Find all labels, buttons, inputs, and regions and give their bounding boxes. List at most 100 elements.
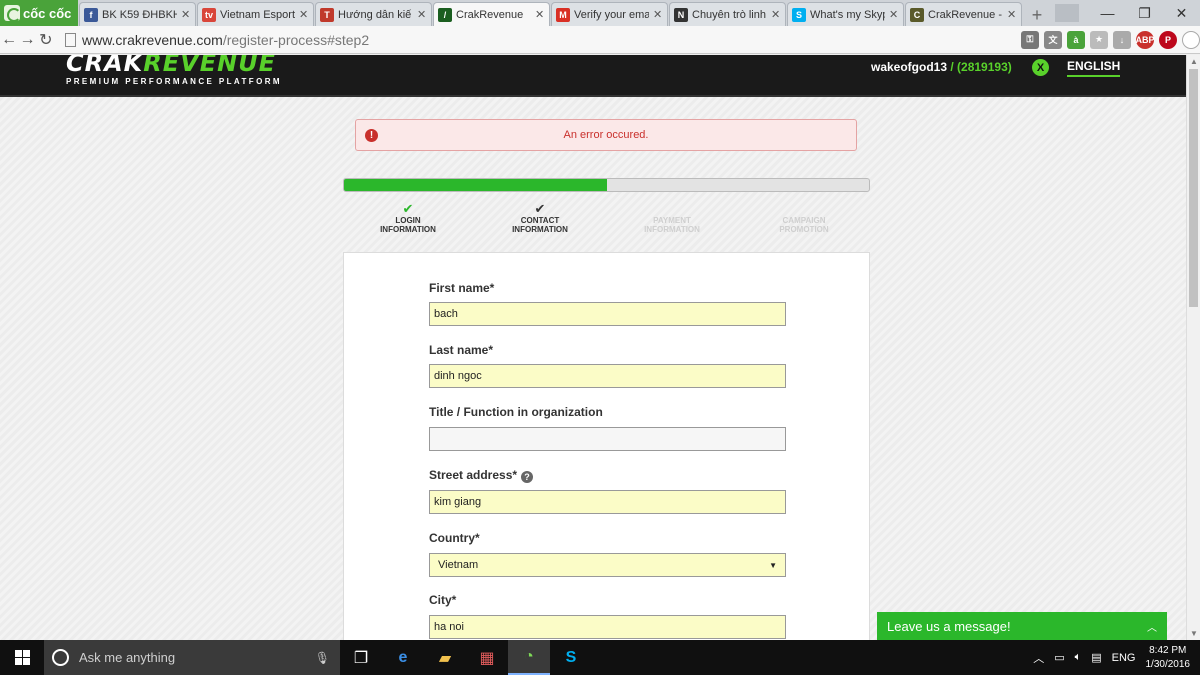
windows-logo-icon xyxy=(14,650,30,665)
page-scrollbar[interactable]: ▲ ▼ xyxy=(1186,55,1200,640)
close-window-button[interactable]: ✕ xyxy=(1163,5,1200,22)
scroll-up-icon[interactable]: ▲ xyxy=(1187,57,1200,66)
step-label-line2: INFORMATION xyxy=(644,225,700,234)
browser-tab[interactable]: N Chuyên trò linh ✕ xyxy=(669,2,786,26)
tab-close-icon[interactable]: ✕ xyxy=(535,8,545,21)
step-label-line1: CAMPAIGN xyxy=(782,216,826,225)
scroll-down-icon[interactable]: ▼ xyxy=(1187,629,1200,638)
url-field[interactable]: www.crakrevenue.com /register-process#st… xyxy=(64,29,1013,51)
crakrevenue-logo[interactable]: CRAKREVENUE xyxy=(66,55,276,77)
tab-favicon-icon: N xyxy=(674,7,688,22)
browser-tab[interactable]: C CrakRevenue - ✕ xyxy=(905,2,1022,26)
notifications-icon[interactable]: ▤ xyxy=(1091,651,1101,664)
tab-title: Verify your ema xyxy=(574,8,649,21)
tab-favicon-icon: S xyxy=(792,7,806,22)
step-label-line1: LOGIN xyxy=(395,216,421,225)
bookmark-star-icon[interactable]: ★ xyxy=(1089,30,1108,49)
battery-icon[interactable]: ▭ xyxy=(1054,651,1064,664)
step-4: CAMPAIGN PROMOTION xyxy=(739,201,869,234)
step-label-line2: PROMOTION xyxy=(779,225,829,234)
street-address-input[interactable]: kim giang xyxy=(429,490,786,514)
new-tab-button[interactable]: + xyxy=(1026,4,1048,26)
tab-close-icon[interactable]: ✕ xyxy=(1007,8,1017,21)
download-icon[interactable]: ↓ xyxy=(1112,30,1131,49)
back-icon[interactable]: ← xyxy=(0,31,18,49)
volume-icon[interactable]: 🔈︎ xyxy=(1075,651,1082,664)
title-label: Title / Function in organization xyxy=(429,405,603,419)
clock[interactable]: 8:42 PM 1/30/2016 xyxy=(1146,644,1191,672)
clock-time: 8:42 PM xyxy=(1149,644,1187,656)
search-placeholder: Ask me anything xyxy=(79,650,176,665)
country-select[interactable]: Vietnam ▼ xyxy=(429,553,786,577)
tab-close-icon[interactable]: ✕ xyxy=(417,8,427,21)
tab-close-icon[interactable]: ✕ xyxy=(181,8,191,21)
chevron-up-tray-icon[interactable]: ︿ xyxy=(1033,650,1044,666)
tab-close-icon[interactable]: ✕ xyxy=(653,8,663,21)
url-host: www.crakrevenue.com xyxy=(81,31,223,48)
menu-circle-icon[interactable] xyxy=(1181,30,1200,49)
pinterest-icon[interactable]: P xyxy=(1158,30,1177,49)
tab-favicon-icon: C xyxy=(910,7,924,22)
file-explorer-icon[interactable]: ▰ xyxy=(424,640,466,675)
key-icon[interactable]: ⚿ xyxy=(1020,30,1039,49)
live-chat-widget[interactable]: Leave us a message! ︿ xyxy=(877,612,1167,640)
account-username[interactable]: wakeofgod13 / (2819193) xyxy=(871,60,1012,74)
tagline: PREMIUM PERFORMANCE PLATFORM xyxy=(66,77,282,86)
microphone-icon[interactable]: 🎙︎ xyxy=(315,651,330,665)
browser-tab[interactable]: S What's my Skyp ✕ xyxy=(787,2,904,26)
tab-title: Hướng dẫn kiế xyxy=(338,8,412,21)
browser-tab[interactable]: tv Vietnam Esport ✕ xyxy=(197,2,314,26)
coccoc-menu-button[interactable]: cốc cốc xyxy=(0,0,78,26)
extension-icons: ⚿ 文 à ★ ↓ ABP P xyxy=(1020,30,1200,49)
first-name-input[interactable]: bach xyxy=(429,302,786,326)
title-input[interactable] xyxy=(429,427,786,451)
scroll-thumb[interactable] xyxy=(1189,69,1198,307)
user-id-text: / (2819193) xyxy=(947,60,1012,74)
task-view-icon[interactable]: ❐ xyxy=(340,640,382,675)
browser-tab[interactable]: / CrakRevenue ✕ xyxy=(433,2,550,26)
adblock-icon[interactable]: ABP xyxy=(1135,30,1155,49)
tab-title: Vietnam Esport xyxy=(220,8,295,21)
page-icon xyxy=(64,32,76,47)
browser-tab[interactable]: M Verify your ema ✕ xyxy=(551,2,668,26)
street-address-label: Street address*? xyxy=(429,468,534,483)
step-label-line2: INFORMATION xyxy=(512,225,568,234)
edge-icon[interactable]: e xyxy=(382,640,424,675)
cortana-search-box[interactable]: Ask me anything 🎙︎ xyxy=(44,640,340,675)
language-selector[interactable]: ENGLISH xyxy=(1067,59,1121,77)
skype-icon[interactable]: S xyxy=(550,640,592,675)
browser-brand: cốc cốc xyxy=(23,5,72,21)
start-button[interactable] xyxy=(0,640,44,675)
chevron-up-icon[interactable]: ︿ xyxy=(1147,619,1157,634)
tab-close-icon[interactable]: ✕ xyxy=(299,8,309,21)
username-text: wakeofgod13 xyxy=(871,60,948,74)
input-language[interactable]: ENG xyxy=(1112,652,1136,664)
store-icon[interactable]: ▦ xyxy=(466,640,508,675)
profile-icon[interactable] xyxy=(1055,4,1079,22)
forward-icon[interactable]: → xyxy=(18,31,36,49)
browser-tab[interactable]: f BK K59 ĐHBKH ✕ xyxy=(79,2,196,26)
tab-strip: f BK K59 ĐHBKH ✕ tv Vietnam Esport ✕ T Hướng dẫ… xyxy=(78,2,1022,26)
city-input[interactable]: ha noi xyxy=(429,615,786,639)
url-path: /register-process#step2 xyxy=(222,31,370,48)
tab-close-icon[interactable]: ✕ xyxy=(889,8,899,21)
error-alert: ! An error occured. xyxy=(355,119,857,151)
logout-icon[interactable]: X xyxy=(1032,59,1049,76)
tab-close-icon[interactable]: ✕ xyxy=(771,8,781,21)
page-viewport: CRAKREVENUE PREMIUM PERFORMANCE PLATFORM… xyxy=(0,55,1186,640)
help-icon[interactable]: ? xyxy=(521,471,534,483)
windows-taskbar: Ask me anything 🎙︎ ❐ e ▰ ▦ ◔ S ︿ ▭ 🔈︎ ▤ … xyxy=(0,640,1200,675)
last-name-input[interactable]: dinh ngoc xyxy=(429,364,786,388)
coccoc-taskbar-icon[interactable]: ◔ xyxy=(508,640,550,675)
address-bar: ← → ↻ www.crakrevenue.com /register-proc… xyxy=(0,26,1200,54)
browser-tab[interactable]: T Hướng dẫn kiế ✕ xyxy=(315,2,432,26)
site-header: CRAKREVENUE PREMIUM PERFORMANCE PLATFORM… xyxy=(0,55,1186,97)
translate-icon[interactable]: 文 xyxy=(1043,30,1062,49)
tab-title: CrakRevenue - xyxy=(928,8,1002,21)
country-selected-value: Vietnam xyxy=(438,559,479,571)
reload-icon[interactable]: ↻ xyxy=(37,30,55,50)
vietnamese-input-icon[interactable]: à xyxy=(1066,30,1085,49)
browser-tab-bar: cốc cốc f BK K59 ĐHBKH ✕ tv Vietnam Esport ✕ T… xyxy=(0,0,1200,26)
minimize-button[interactable]: — xyxy=(1089,5,1126,21)
restore-button[interactable]: ❐ xyxy=(1126,5,1163,22)
